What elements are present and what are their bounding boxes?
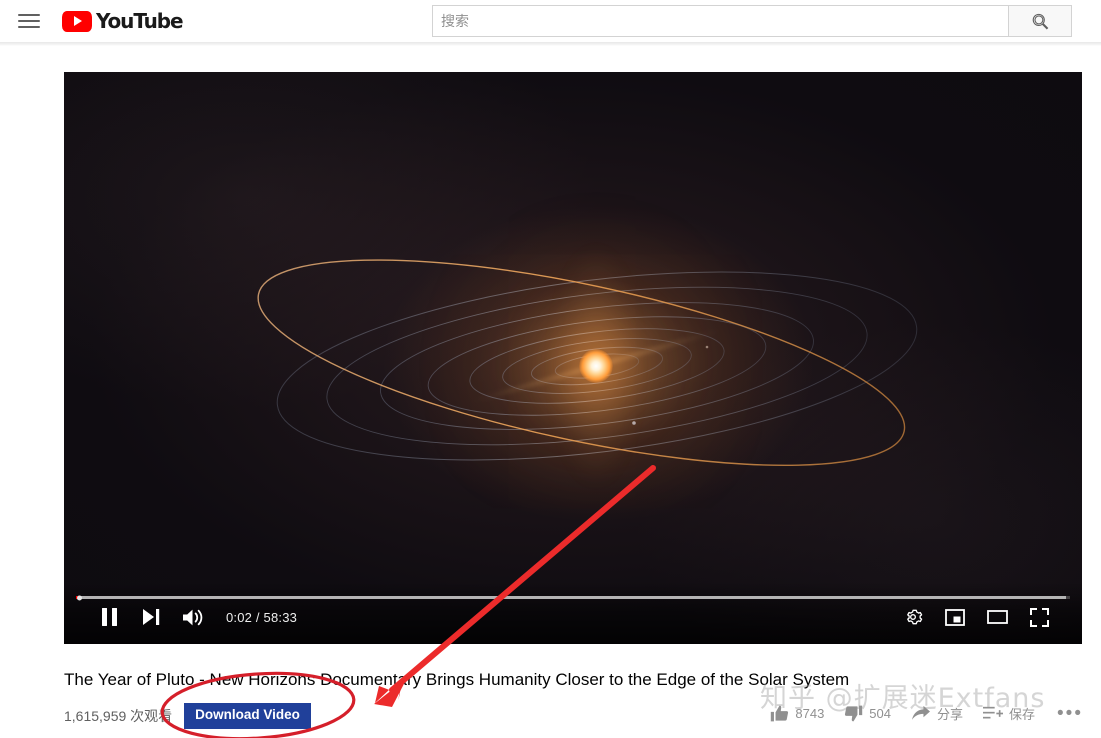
player-controls-right [892,600,1060,634]
playlist-add-icon [983,706,1004,719]
time-display: 0:02 / 58:33 [226,609,298,625]
download-video-button[interactable]: Download Video [184,703,311,729]
youtube-logo-text: YouTube [96,9,184,33]
like-count: 8743 [795,706,825,721]
like-button[interactable]: 8743 [770,704,824,723]
video-player[interactable]: 0:02 / 58:33 [64,72,1082,644]
youtube-logo[interactable]: YouTube [62,8,184,34]
header-divider [0,42,1101,46]
more-options-button[interactable]: ••• [1057,704,1083,723]
next-video-button[interactable] [130,600,172,634]
miniplayer-icon [945,608,965,626]
miniplayer-button[interactable] [934,600,976,634]
search-button[interactable] [1008,5,1072,37]
video-meta-row: 1,615,959 次观看 Download Video [64,703,311,729]
search-bar [432,5,1072,37]
view-count: 1,615,959 次观看 [64,707,173,724]
save-button[interactable]: 保存 [983,704,1035,723]
progress-buffered [76,596,1067,599]
video-frame-solar-system [64,72,1082,644]
theater-mode-icon [986,610,1008,624]
settings-button[interactable] [892,600,934,634]
youtube-play-icon [62,10,92,32]
share-label: 分享 [937,707,964,722]
volume-button[interactable] [172,600,214,634]
thumbs-down-icon [845,705,863,722]
next-video-icon [142,609,159,625]
search-icon [1032,13,1048,29]
youtube-watch-page: YouTube 搜索 0:02 / 58:33 The Year of Plut… [0,0,1101,738]
fullscreen-icon [1029,607,1049,627]
hamburger-menu-icon[interactable] [18,9,44,33]
video-title: The Year of Pluto - New Horizons Documen… [64,670,850,689]
share-button[interactable]: 分享 [911,704,963,723]
page-header: YouTube [0,0,1101,42]
sun [579,349,614,383]
progress-bar[interactable] [76,595,1070,600]
pause-button[interactable] [88,600,130,634]
theater-mode-button[interactable] [976,600,1018,634]
dislike-count: 504 [869,706,891,721]
fullscreen-button[interactable] [1018,600,1060,634]
volume-on-icon [183,609,203,625]
search-input[interactable] [432,5,1008,37]
gear-icon [907,609,923,625]
share-arrow-icon [912,705,930,720]
save-label: 保存 [1009,707,1036,722]
player-controls-left: 0:02 / 58:33 [88,600,297,634]
video-actions-row: 8743 504 分享 保存 ••• [770,704,1083,723]
pause-icon [101,608,117,626]
thumbs-up-icon [771,705,789,722]
progress-scrubber-handle[interactable] [77,595,83,600]
dislike-button[interactable]: 504 [844,704,891,723]
player-controls: 0:02 / 58:33 [64,582,1082,644]
